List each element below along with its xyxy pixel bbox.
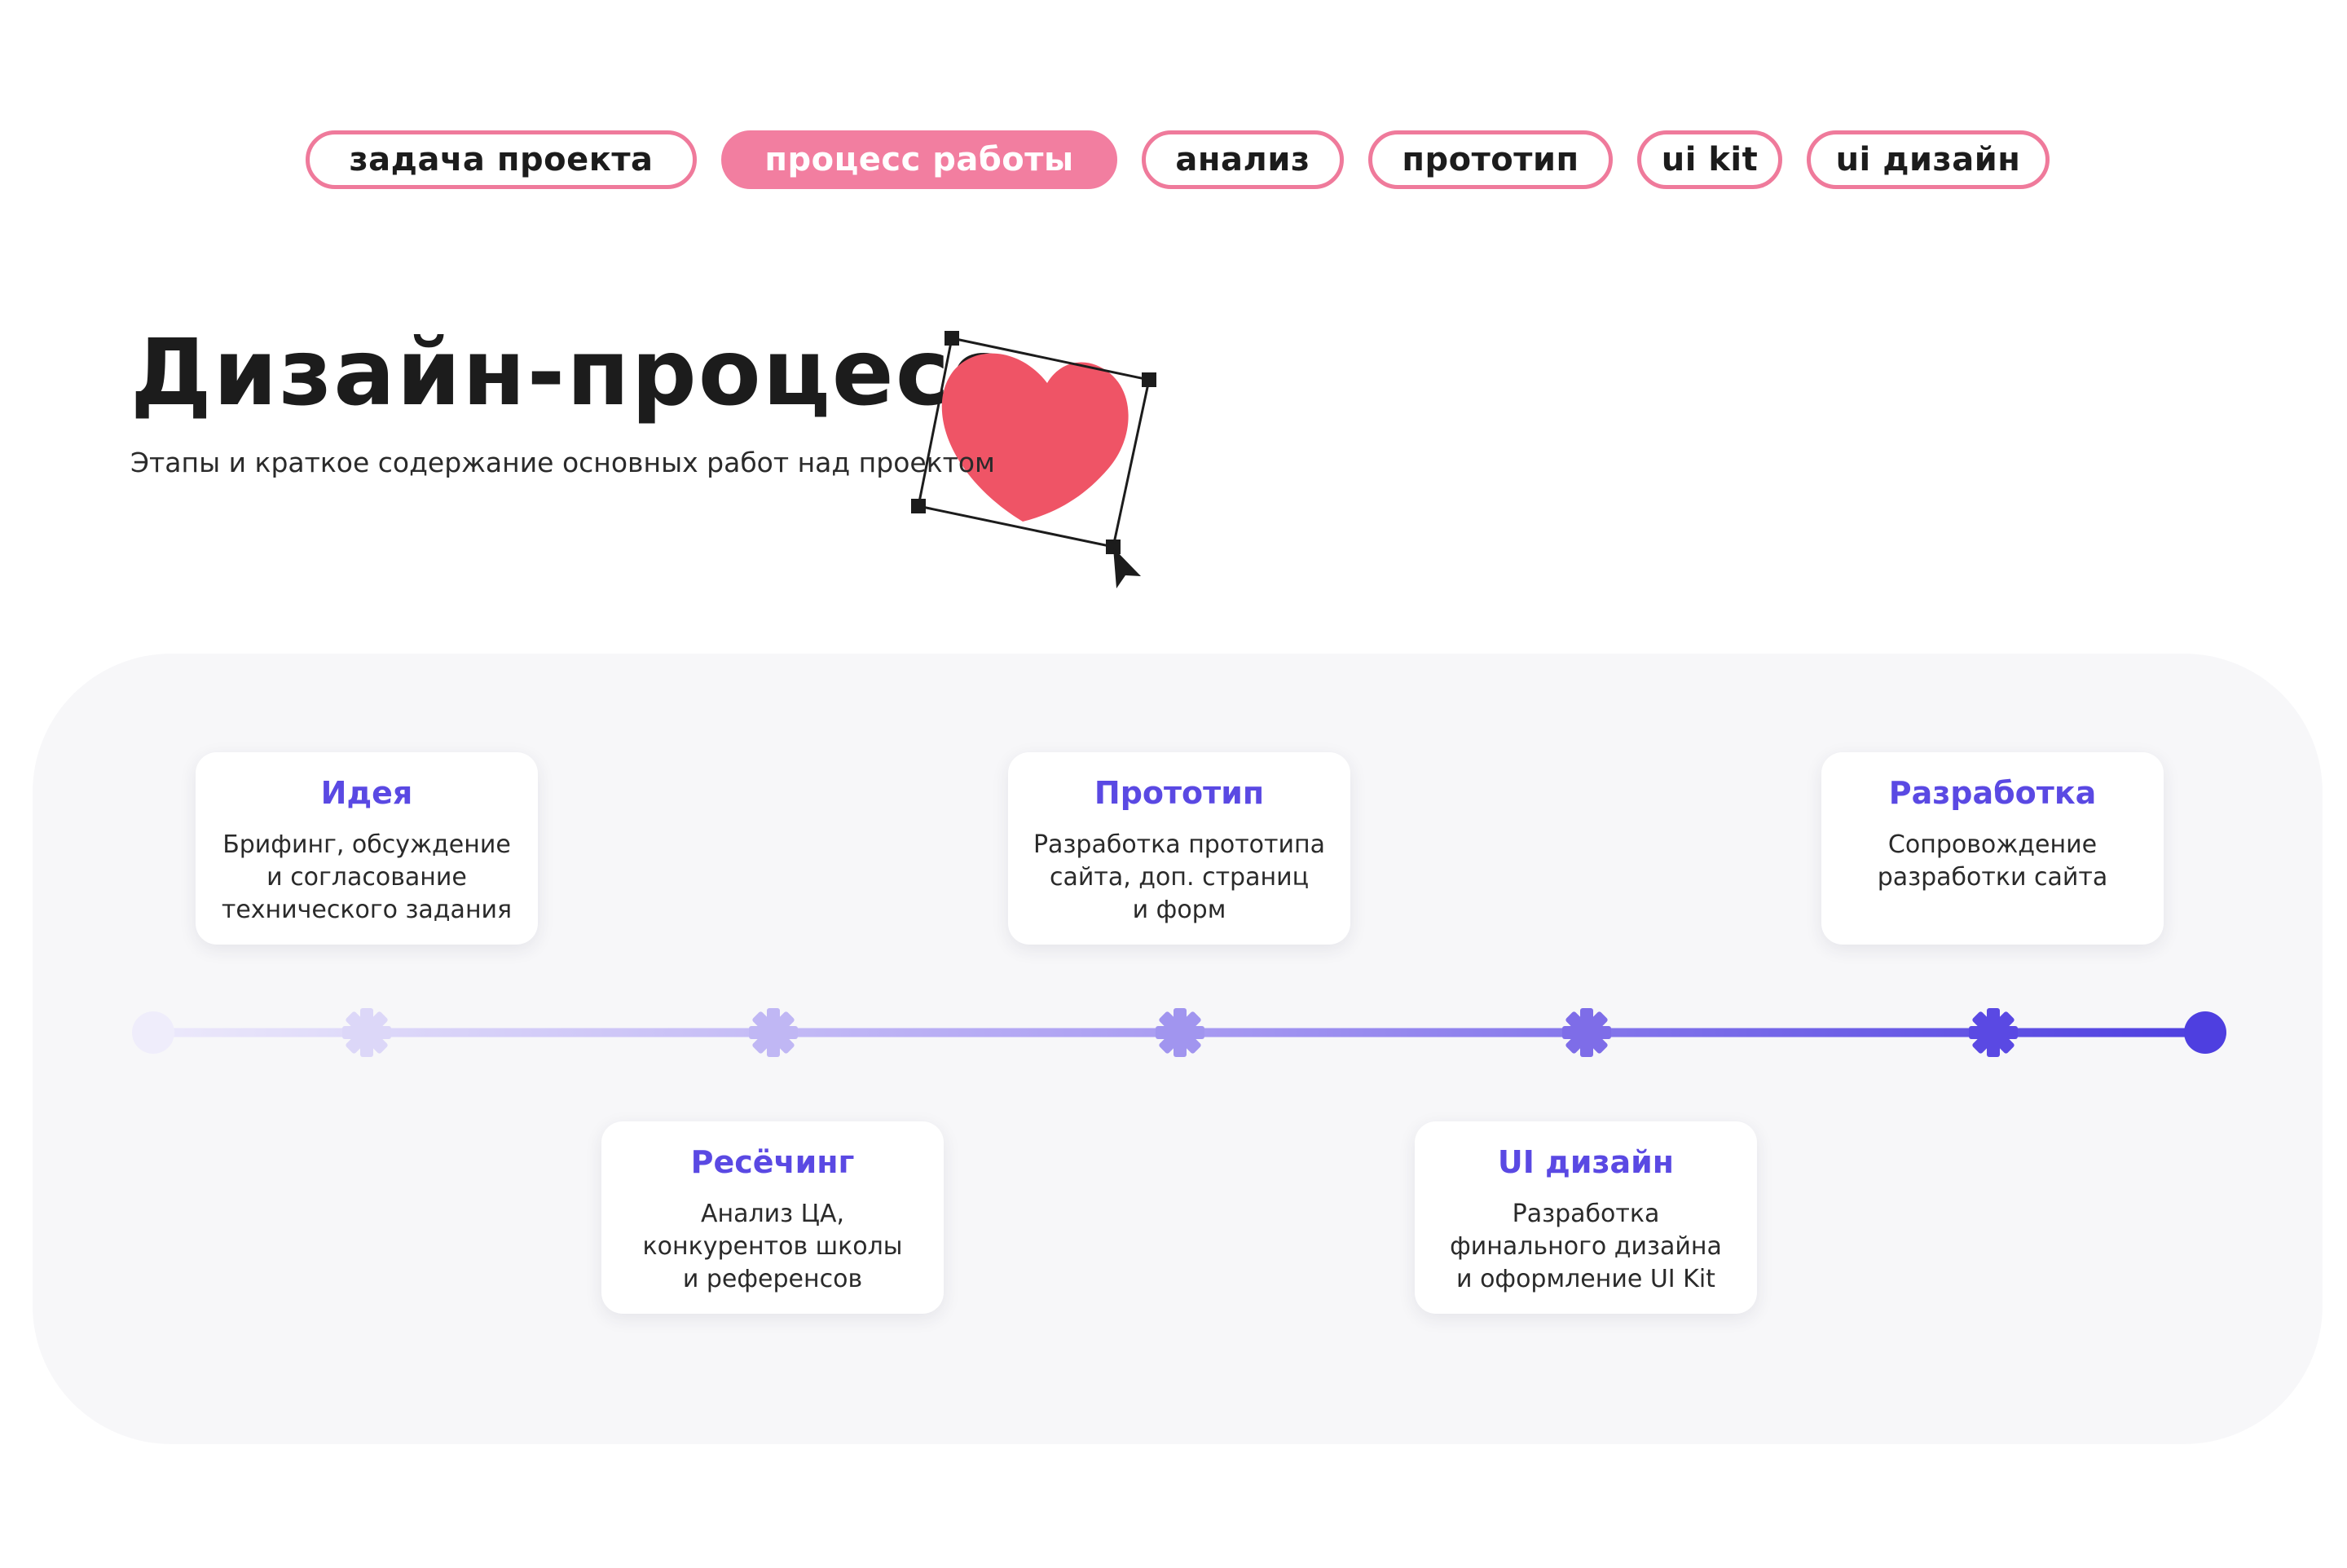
stage-description: Брифинг, обсуждение и согласование техни… (196, 829, 538, 927)
heart-icon (941, 353, 1129, 522)
stage-title: Прототип (1094, 775, 1265, 811)
stage-description-line: Анализ ЦА, (700, 1199, 845, 1228)
gear-marker-icon (342, 1008, 391, 1057)
stage-card-development: Разработка Сопровождение разработки сайт… (1821, 752, 2164, 945)
stage-description-line: и оформление UI Kit (1456, 1264, 1715, 1293)
stage-description-line: и форм (1132, 895, 1226, 924)
stage-card-research: Ресёчинг Анализ ЦА, конкурентов школы и … (601, 1121, 944, 1314)
timeline-end-dot (2184, 1011, 2226, 1054)
stage-description-line: финального дизайна (1450, 1231, 1722, 1261)
stage-description-line: Разработка прототипа (1033, 830, 1326, 859)
stage-title: UI дизайн (1497, 1144, 1675, 1180)
stage-card-idea: Идея Брифинг, обсуждение и согласование … (196, 752, 538, 945)
gear-marker-icon (1562, 1008, 1611, 1057)
timeline-start-dot (132, 1011, 174, 1054)
stage-description-line: и согласование (266, 862, 467, 892)
stage-description-line: разработки сайта (1877, 862, 2108, 892)
stage-title: Разработка (1888, 775, 2097, 811)
stage-description-line: Разработка (1512, 1199, 1660, 1228)
stage-description-line: сайта, доп. страниц (1049, 862, 1310, 892)
gear-marker-icon (749, 1008, 798, 1057)
stage-description: Разработка прототипа сайта, доп. страниц… (1008, 829, 1350, 927)
stage-description: Анализ ЦА, конкурентов школы и референсо… (601, 1198, 944, 1296)
stage-description-line: Сопровождение (1887, 830, 2098, 859)
stage-description: Сопровождение разработки сайта (1821, 829, 2164, 894)
cursor-arrow-icon (1113, 548, 1141, 588)
stage-title: Идея (320, 775, 413, 811)
stage-description-line: и референсов (682, 1264, 863, 1293)
gear-marker-icon (1156, 1008, 1204, 1057)
stage-card-ui-design: UI дизайн Разработка финального дизайна … (1415, 1121, 1757, 1314)
stage-card-prototype: Прототип Разработка прототипа сайта, доп… (1008, 752, 1350, 945)
gear-marker-icon (1969, 1008, 2018, 1057)
stage-description-line: Брифинг, обсуждение (222, 830, 511, 859)
page-subtitle: Этапы и краткое содержание основных рабо… (130, 447, 995, 478)
stage-title: Ресёчинг (690, 1144, 855, 1180)
stage-description-line: конкурентов школы (642, 1231, 903, 1261)
stage-description-line: технического задания (221, 895, 513, 924)
stage-description: Разработка финального дизайна и оформлен… (1415, 1198, 1757, 1296)
